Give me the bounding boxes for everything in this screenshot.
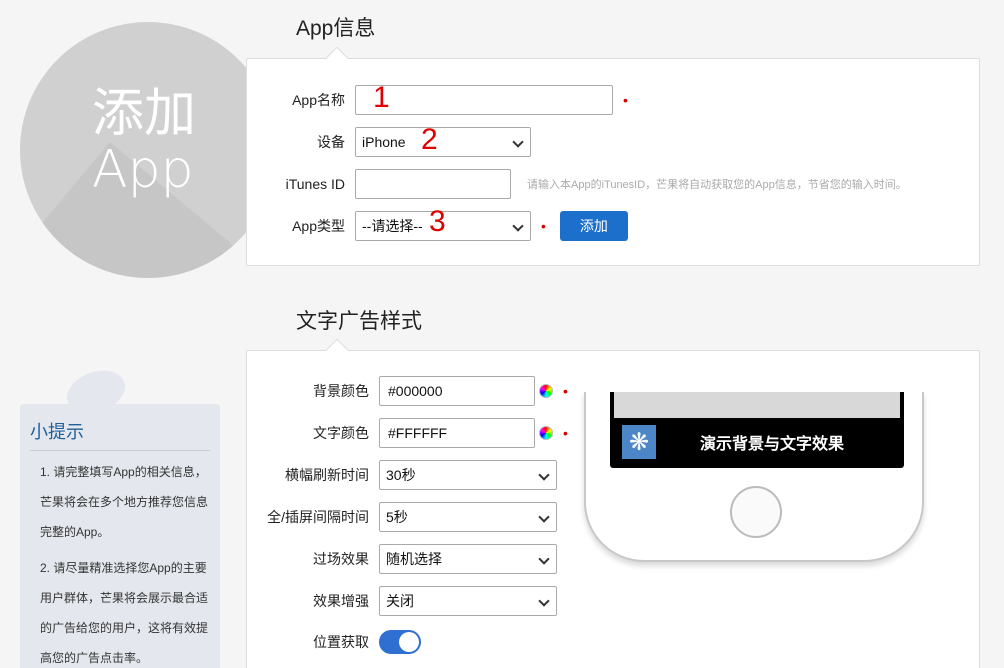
annotation-2: 2 (421, 123, 438, 156)
enhance-label: 效果增强 (313, 593, 369, 609)
text-ad-title: 文字广告样式 (296, 310, 422, 333)
tip-title: 小提示 (30, 418, 210, 451)
interval-time-value: 5秒 (386, 509, 408, 525)
app-type-select-value: --请选择-- (362, 218, 423, 234)
panel-notch (325, 338, 349, 362)
phone-screen-content (614, 392, 900, 418)
interval-time-label: 全/插屏间隔时间 (267, 509, 369, 525)
color-picker-icon[interactable] (539, 426, 553, 440)
ad-preview-banner: ❋ 演示背景与文字效果 (614, 420, 900, 464)
location-toggle[interactable] (379, 630, 421, 654)
location-label: 位置获取 (313, 634, 369, 650)
phone-screen: ❋ 演示背景与文字效果 (610, 392, 904, 468)
hero-title-line1: 添加 (92, 84, 197, 144)
tip-item-1: 1. 请完整填写App的相关信息，芒果将会在多个地方推荐您信息完整的App。 (40, 465, 209, 539)
app-info-panel: App名称 • 设备 iPhone iTunes ID 请输入本App的iTun… (246, 46, 980, 266)
color-picker-icon[interactable] (539, 384, 553, 398)
device-select[interactable]: iPhone (355, 127, 531, 157)
device-label: 设备 (317, 134, 345, 150)
ad-preview-text: 演示背景与文字效果 (700, 436, 845, 453)
hero-title-line2: App (92, 140, 194, 200)
gear-flower-icon: ❋ (622, 425, 656, 459)
tip-item-2: 2. 请尽量精准选择您App的主要用户群体，芒果将会展示最合适的广告给您的用户，… (40, 561, 209, 665)
tip-box: 小提示 1. 请完整填写App的相关信息，芒果将会在多个地方推荐您信息完整的Ap… (20, 404, 220, 668)
refresh-time-select[interactable]: 30秒 (379, 460, 557, 490)
required-mark: • (563, 425, 568, 441)
hero-title: 添加 App (92, 86, 272, 198)
home-button (730, 486, 782, 538)
itunes-id-input[interactable] (355, 169, 511, 199)
refresh-time-label: 横幅刷新时间 (285, 467, 369, 483)
transition-value: 随机选择 (386, 551, 442, 567)
annotation-1: 1 (373, 81, 390, 114)
chevron-down-icon (538, 595, 550, 607)
toggle-knob (399, 632, 419, 652)
app-info-title: App信息 (296, 17, 376, 40)
add-button[interactable]: 添加 (559, 211, 628, 241)
enhance-select[interactable]: 关闭 (379, 586, 557, 616)
app-type-label: App类型 (292, 218, 345, 234)
chevron-down-icon (538, 511, 550, 523)
enhance-value: 关闭 (386, 593, 414, 609)
refresh-time-value: 30秒 (386, 467, 416, 483)
app-name-input[interactable] (355, 85, 613, 115)
chevron-down-icon (538, 553, 550, 565)
interval-time-select[interactable]: 5秒 (379, 502, 557, 532)
transition-select[interactable]: 随机选择 (379, 544, 557, 574)
text-color-label: 文字颜色 (313, 425, 369, 441)
itunes-id-hint: 请输入本App的iTunesID，芒果将自动获取您的App信息，节省您的输入时间… (527, 179, 907, 191)
itunes-id-label: iTunes ID (285, 176, 345, 192)
required-mark: • (563, 383, 568, 399)
annotation-3: 3 (429, 205, 446, 238)
hero-circle: 添加 App (20, 22, 276, 278)
device-select-value: iPhone (362, 134, 406, 150)
required-mark: • (623, 92, 628, 108)
chevron-down-icon (512, 136, 524, 148)
app-name-label: App名称 (292, 92, 345, 108)
chevron-down-icon (538, 469, 550, 481)
phone-preview: ❋ 演示背景与文字效果 (584, 392, 924, 562)
bg-color-label: 背景颜色 (313, 383, 369, 399)
chevron-down-icon (512, 220, 524, 232)
required-mark: • (541, 218, 546, 234)
bg-color-input[interactable]: #000000 (379, 376, 535, 406)
panel-notch (325, 46, 349, 70)
text-color-input[interactable]: #FFFFFF (379, 418, 535, 448)
transition-label: 过场效果 (313, 551, 369, 567)
